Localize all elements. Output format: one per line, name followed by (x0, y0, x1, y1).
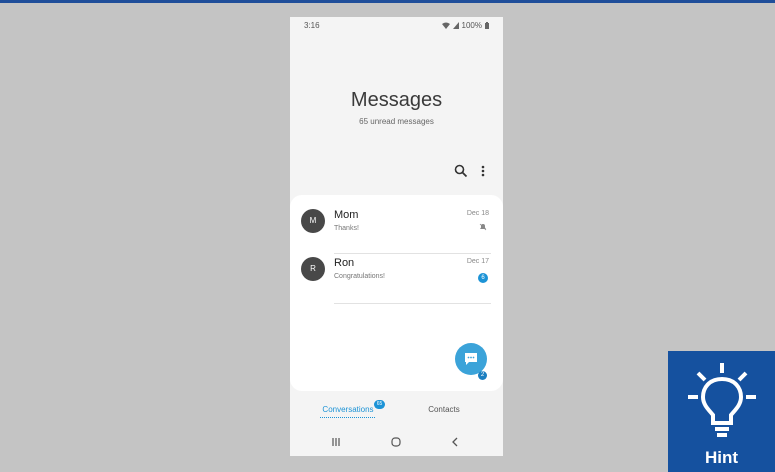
conversation-row-mom[interactable]: M Mom Thanks! Dec 18 (290, 199, 503, 247)
hint-button[interactable]: Hint (668, 351, 775, 472)
compose-message-icon (465, 353, 477, 365)
back-icon[interactable] (450, 437, 460, 447)
row-divider (334, 303, 491, 304)
battery-percent: 100% (461, 21, 482, 30)
battery-icon (485, 22, 489, 29)
recents-icon[interactable] (331, 437, 341, 447)
tab-contacts[interactable]: Contacts (420, 405, 468, 414)
lightbulb-icon (688, 363, 756, 437)
signal-icon (452, 22, 459, 29)
contact-name: Ron (334, 257, 355, 269)
contact-name: Mom (334, 209, 359, 221)
unread-badge: 6 (478, 273, 488, 283)
mute-icon (479, 223, 487, 231)
phone-screen: 3:16 100% Messages 65 unread messages M … (290, 17, 503, 456)
avatar: R (301, 257, 325, 281)
message-preview: Congratulations! (334, 273, 385, 280)
active-tab-indicator (320, 417, 375, 418)
status-right: 100% (441, 21, 489, 30)
message-date: Dec 17 (466, 258, 489, 265)
home-icon[interactable] (391, 437, 401, 447)
top-accent-bar (0, 0, 775, 3)
page-title: Messages (350, 89, 443, 111)
fab-badge: 2 (478, 371, 487, 380)
unread-count-subtitle: 65 unread messages (359, 117, 434, 126)
navigation-bar (290, 433, 503, 453)
search-icon[interactable] (454, 164, 468, 178)
conversation-row-ron[interactable]: R Ron Congratulations! Dec 17 6 (290, 247, 503, 295)
tab-badge: 65 (374, 400, 385, 409)
more-vert-icon[interactable] (479, 164, 487, 178)
hint-label: Hint (704, 448, 739, 467)
message-date: Dec 18 (466, 210, 489, 217)
wifi-icon (441, 22, 450, 29)
tab-conversations[interactable]: Conversations (320, 405, 376, 414)
status-bar: 3:16 100% (290, 17, 503, 33)
avatar: M (301, 209, 325, 233)
message-preview: Thanks! (334, 225, 359, 232)
status-time: 3:16 (304, 21, 320, 30)
